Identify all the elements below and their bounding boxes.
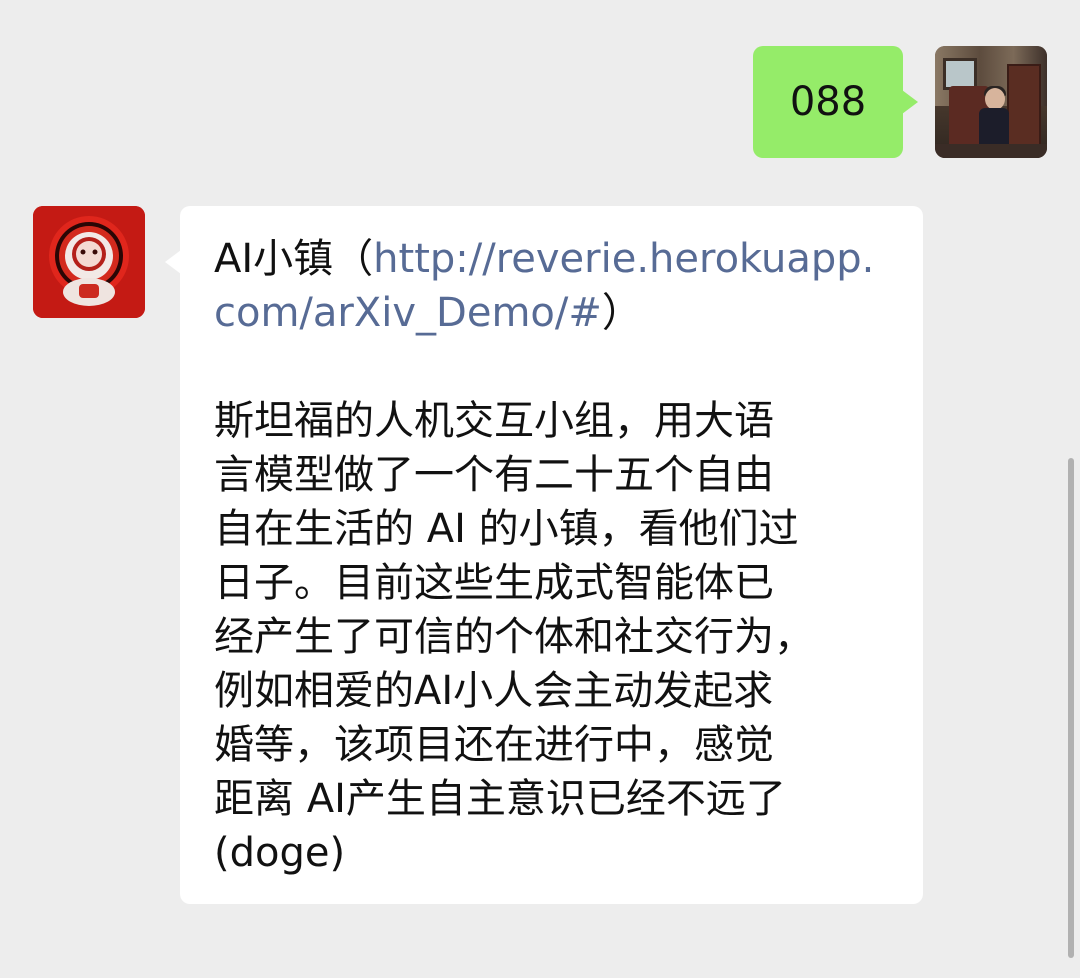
message-title-suffix: ） xyxy=(601,290,642,336)
outgoing-message-bubble[interactable]: 088 xyxy=(753,46,918,158)
message-body-line: 例如相爱的AI小人会主动发起求 xyxy=(214,668,774,714)
message-title-line: AI小镇（http://reverie.herokuapp.com/arXiv_… xyxy=(214,232,893,340)
message-body-line: (doge) xyxy=(214,830,346,876)
avatar-photo-head xyxy=(985,88,1005,110)
chat-view: 088 AI小镇（http://reverie.herokuapp.com/ar… xyxy=(0,0,1080,978)
message-title-prefix: AI小镇（ xyxy=(214,236,374,282)
incoming-message-row: AI小镇（http://reverie.herokuapp.com/arXiv_… xyxy=(33,206,923,904)
outgoing-message-text: 088 xyxy=(789,79,867,125)
outgoing-message-row: 088 xyxy=(753,46,1047,158)
message-body-line: 经产生了可信的个体和社交行为， xyxy=(214,614,814,660)
message-body-line: 自在生活的 AI 的小镇，看他们过 xyxy=(214,506,799,552)
message-body-line: 日子。目前这些生成式智能体已 xyxy=(214,560,774,606)
message-body-line: 距离 AI产生自主意识已经不远了 xyxy=(214,776,786,822)
avatar-photo-cabinet xyxy=(1007,64,1041,148)
avatar-photo-torso xyxy=(979,108,1009,144)
astronaut-icon xyxy=(33,206,145,318)
message-body-line: 斯坦福的人机交互小组，用大语 xyxy=(214,398,774,444)
avatar-photo-floor xyxy=(935,144,1047,158)
chat-scrollbar[interactable] xyxy=(1068,458,1074,958)
astronaut-avatar-icon[interactable] xyxy=(33,206,145,318)
message-body-line: 婚等，该项目还在进行中，感觉 xyxy=(214,722,774,768)
message-body-line: 言模型做了一个有二十五个自由 xyxy=(214,452,774,498)
user-avatar[interactable] xyxy=(935,46,1047,158)
incoming-message-bubble[interactable]: AI小镇（http://reverie.herokuapp.com/arXiv_… xyxy=(165,206,923,904)
